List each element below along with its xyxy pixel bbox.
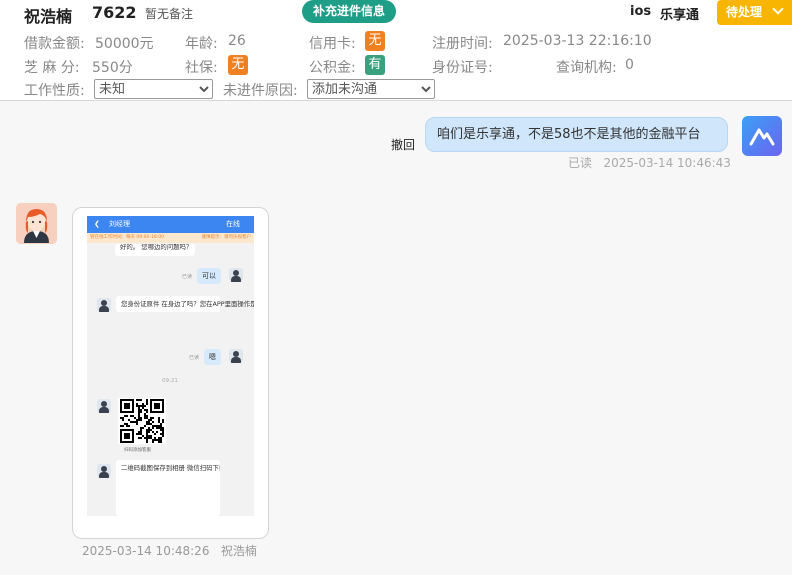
agent-avatar [742, 116, 782, 156]
register-time-value: 2025-03-13 22:16:10 [503, 33, 652, 49]
screenshot-agent-avatar-icon [97, 464, 111, 478]
screenshot-title: 刘经理 [109, 220, 130, 228]
platform-label: ios [630, 4, 652, 19]
qr-code-image [118, 398, 166, 444]
customer-name: 祝浩楠 [24, 7, 73, 26]
screenshot-warning-bar: 管在线工作时间：每天 09:00-18:00 谨慎提示：请勿乐视客户 [87, 233, 254, 243]
screenshot-title-bar: ❮ 刘经理 在线 [87, 216, 254, 233]
screenshot-message-3: 二维码截图保存到相册 微信扫码下载APP 下载好用绑定银行卡的手机号登录上去 登… [116, 460, 220, 516]
chat-screenshot-image: ❮ 刘经理 在线 管在线工作时间：每天 09:00-18:00 谨慎提示：请勿乐… [87, 216, 254, 516]
no-apply-reason-label: 未进件原因: [223, 83, 298, 99]
housing-fund-label: 公积金: [309, 60, 356, 76]
register-time-label: 注册时间: [432, 36, 493, 52]
customer-avatar [16, 203, 57, 244]
social-security-badge: 无 [228, 55, 248, 75]
screenshot-reply-1: 可以 [197, 268, 221, 284]
outgoing-message-meta: 已读 2025-03-14 10:46:43 [568, 154, 731, 171]
brand-label: 乐享通 [660, 8, 700, 23]
outgoing-message-time: 2025-03-14 10:46:43 [603, 156, 731, 170]
read-status: 已读 [568, 156, 593, 170]
loan-amount-value: 50000元 [95, 36, 154, 52]
credit-card-badge: 无 [365, 31, 385, 51]
image-message-card[interactable]: ❮ 刘经理 在线 管在线工作时间：每天 09:00-18:00 谨慎提示：请勿乐… [72, 207, 269, 539]
pending-status-label: 待处理 [726, 5, 763, 19]
screenshot-message-1: 好的。 您哪边的问题吗？ [115, 244, 195, 256]
withdraw-button[interactable]: 撤回 [391, 136, 415, 153]
screenshot-time-mark: 09:21 [162, 378, 178, 384]
sesame-score-label: 芝 麻 分: [24, 60, 80, 76]
app-logo-icon [749, 128, 775, 146]
job-type-label: 工作性质: [24, 83, 85, 99]
screenshot-warning-right: 谨慎提示：请勿乐视客户 [201, 235, 252, 240]
supplement-info-button[interactable]: 补充进件信息 [302, 0, 396, 23]
pending-status-button[interactable]: 待处理 [717, 0, 792, 25]
customer-header: 祝浩楠 7622 暂无备注 补充进件信息 ios 乐享通 待处理 借款金额: 5… [0, 0, 792, 101]
incoming-message-time: 2025-03-14 10:48:26 [82, 544, 210, 558]
screenshot-avatar-icon [229, 349, 243, 363]
chevron-down-icon [772, 3, 784, 15]
social-security-label: 社保: [185, 60, 218, 76]
credit-card-label: 信用卡: [309, 36, 356, 52]
screenshot-read-2: 已读 [189, 355, 200, 361]
female-user-icon [16, 203, 57, 244]
age-label: 年龄: [185, 36, 218, 52]
back-arrow-icon: ❮ [94, 220, 100, 228]
customer-note[interactable]: 暂无备注 [145, 5, 193, 22]
loan-amount-label: 借款金额: [24, 36, 85, 52]
age-value: 26 [228, 33, 246, 49]
sesame-score-value: 550分 [92, 60, 133, 76]
qr-caption: 扫码添加客服 [124, 448, 151, 453]
query-org-value: 0 [625, 57, 634, 73]
screenshot-warning-left: 管在线工作时间：每天 09:00-18:00 [90, 235, 164, 240]
id-number-label: 身份证号: [432, 60, 493, 76]
screenshot-agent-avatar-icon [97, 399, 111, 413]
job-type-select[interactable]: 未知 [94, 79, 213, 99]
incoming-message-sender: 祝浩楠 [220, 544, 257, 558]
customer-id: 7622 [92, 3, 137, 22]
query-org-label: 查询机构: [556, 60, 617, 76]
screenshot-agent-avatar-icon [97, 298, 111, 312]
incoming-message-meta: 2025-03-14 10:48:26 祝浩楠 [82, 542, 257, 559]
no-apply-reason-select[interactable]: 添加未沟通 [307, 79, 435, 99]
screenshot-status: 在线 [226, 220, 240, 228]
housing-fund-badge: 有 [365, 55, 385, 75]
outgoing-message-bubble: 咱们是乐享通，不是58也不是其他的金融平台 [425, 117, 728, 152]
screenshot-message-2: 您身份证原件 在身边了吗？您在APP里面操作是需要扫描身份证原件的 [116, 296, 254, 312]
qr-code-icon [120, 399, 164, 443]
screenshot-avatar-icon [229, 268, 243, 282]
screenshot-read-1: 已读 [182, 274, 193, 280]
screenshot-reply-2: 嗯 [204, 349, 221, 365]
